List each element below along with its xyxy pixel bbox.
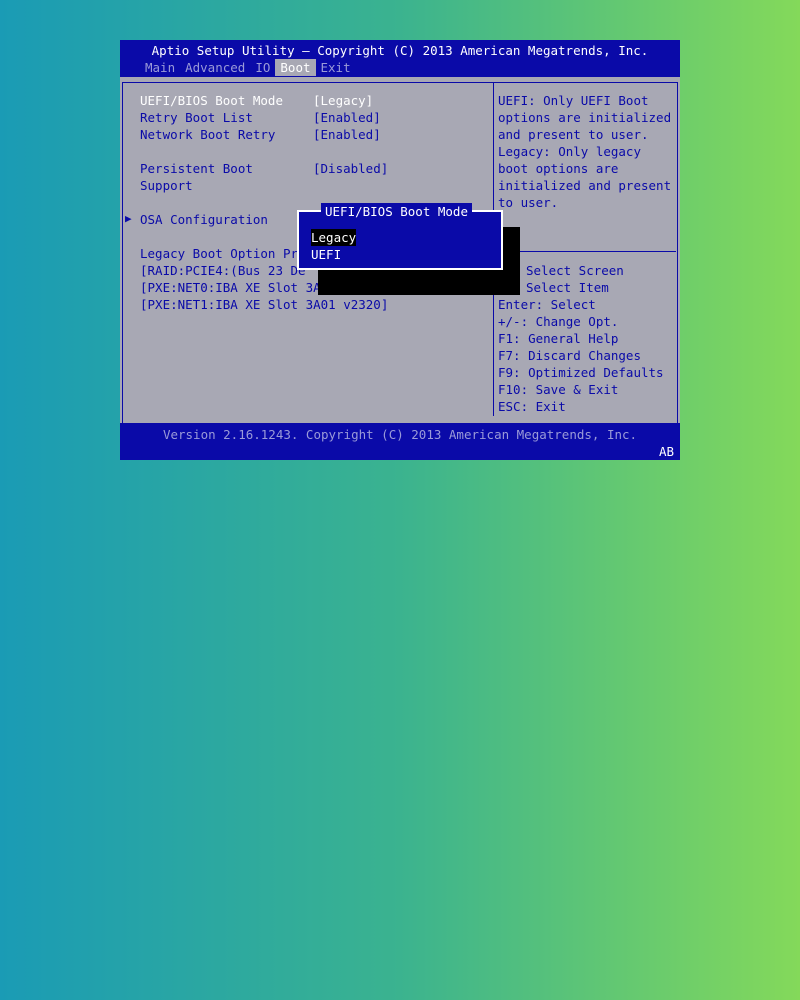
popup-option-legacy[interactable]: Legacy	[311, 229, 357, 246]
setting-network-boot-retry-value[interactable]: [Enabled]	[313, 126, 381, 143]
key-help-line: Enter: Select	[498, 297, 596, 312]
help-line: boot options are	[498, 161, 619, 176]
setting-persistent-boot-value[interactable]: [Disabled]	[313, 160, 388, 177]
help-line: initialized and present	[498, 178, 672, 193]
footer-badge: AB	[658, 444, 674, 459]
key-help-line: F1: General Help	[498, 331, 619, 346]
help-line: to user.	[498, 195, 559, 210]
help-line: and present to user.	[498, 127, 649, 142]
tab-exit[interactable]: Exit	[316, 59, 356, 76]
key-help-line: +/-: Change Opt.	[498, 314, 619, 329]
setting-boot-mode-value[interactable]: [Legacy]	[313, 92, 373, 109]
boot-option-2[interactable]: [PXE:NET0:IBA XE Slot 3A	[140, 279, 321, 296]
tab-boot[interactable]: Boot	[275, 59, 316, 76]
bios-header: Aptio Setup Utility – Copyright (C) 2013…	[120, 40, 680, 77]
boot-mode-popup: UEFI/BIOS Boot Mode Legacy UEFI	[297, 203, 503, 270]
popup-option-uefi[interactable]: UEFI	[311, 246, 341, 263]
bios-title: Aptio Setup Utility – Copyright (C) 2013…	[151, 43, 649, 58]
right-triangle-icon: ▶	[125, 212, 132, 225]
menu-bar: Main Advanced IO Boot Exit	[140, 59, 356, 76]
help-line: options are initialized	[498, 110, 672, 125]
setting-boot-mode-label[interactable]: UEFI/BIOS Boot Mode	[140, 92, 283, 109]
tab-main[interactable]: Main	[140, 59, 180, 76]
setting-retry-boot-list-value[interactable]: [Enabled]	[313, 109, 381, 126]
setting-persistent-boot-label-2[interactable]: Support	[140, 177, 193, 194]
bios-footer: Version 2.16.1243. Copyright (C) 2013 Am…	[120, 423, 680, 460]
popup-title: UEFI/BIOS Boot Mode	[321, 203, 472, 220]
version-text: Version 2.16.1243. Copyright (C) 2013 Am…	[162, 427, 638, 442]
help-line: Legacy: Only legacy	[498, 144, 641, 159]
setting-retry-boot-list-label[interactable]: Retry Boot List	[140, 109, 253, 126]
setting-network-boot-retry-label[interactable]: Network Boot Retry	[140, 126, 275, 143]
key-help-line: F7: Discard Changes	[498, 348, 641, 363]
osa-configuration-submenu[interactable]: OSA Configuration	[140, 211, 268, 228]
key-help-line: Select Item	[526, 280, 609, 295]
help-divider	[496, 251, 676, 252]
key-help-line: F9: Optimized Defaults	[498, 365, 664, 380]
tab-advanced[interactable]: Advanced	[180, 59, 250, 76]
key-help-line: F10: Save & Exit	[498, 382, 619, 397]
boot-order-heading: Legacy Boot Option Pri	[140, 246, 306, 261]
tab-io[interactable]: IO	[250, 59, 275, 76]
setting-persistent-boot-label[interactable]: Persistent Boot	[140, 160, 253, 177]
boot-option-1[interactable]: [RAID:PCIE4:(Bus 23 De	[140, 262, 306, 279]
key-help-line: ESC: Exit	[498, 399, 566, 414]
boot-option-3[interactable]: [PXE:NET1:IBA XE Slot 3A01 v2320]	[140, 296, 388, 313]
bios-screen: Aptio Setup Utility – Copyright (C) 2013…	[120, 40, 680, 460]
help-line: UEFI: Only UEFI Boot	[498, 93, 649, 108]
key-help-line: Select Screen	[526, 263, 624, 278]
